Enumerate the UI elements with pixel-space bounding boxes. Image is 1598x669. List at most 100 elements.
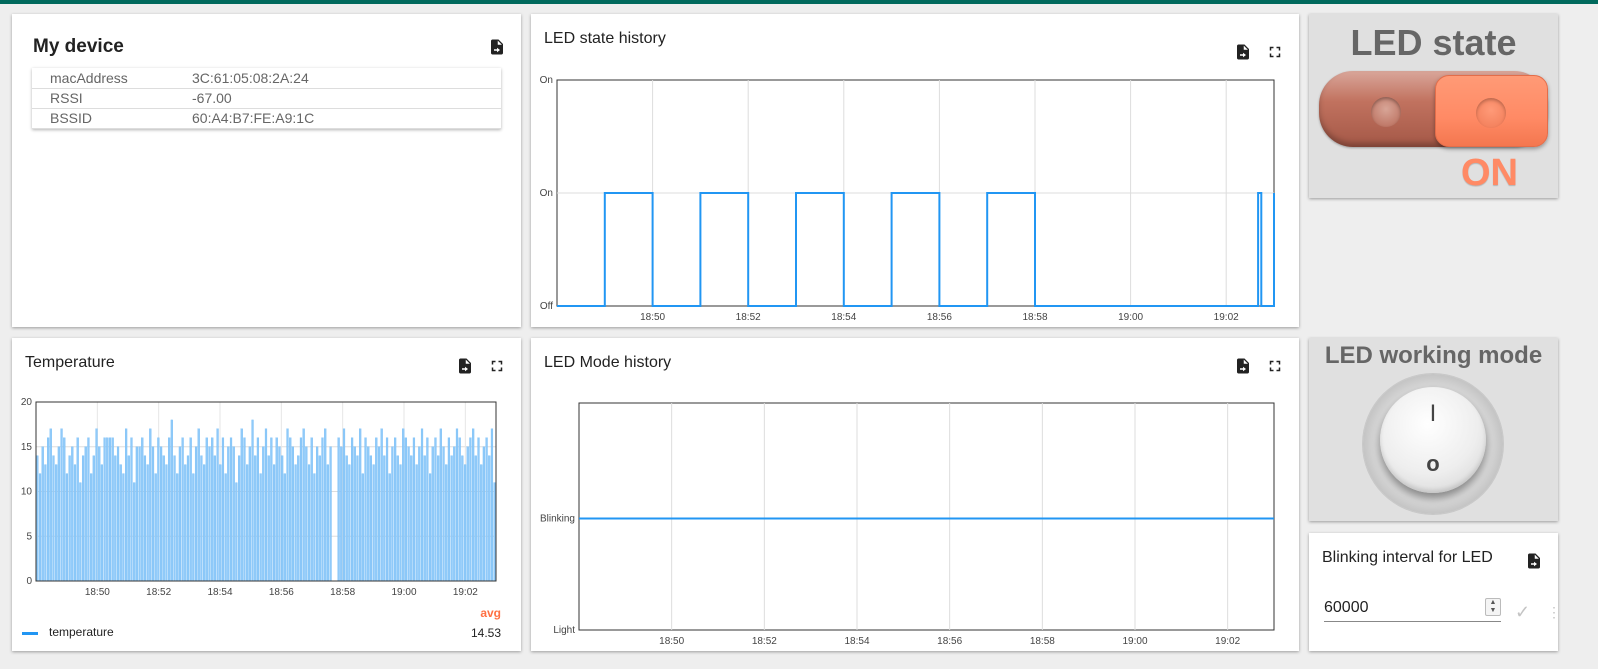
y-tick-label: 5 bbox=[26, 531, 32, 542]
temperature-bar bbox=[100, 464, 103, 582]
temperature-bar bbox=[415, 464, 418, 582]
temperature-bar bbox=[493, 482, 496, 582]
x-tick-label: 18:52 bbox=[146, 587, 171, 598]
temperature-bar bbox=[36, 455, 39, 582]
on-symbol: I bbox=[1429, 400, 1437, 427]
temperature-bar bbox=[383, 455, 386, 582]
temperature-bar bbox=[79, 482, 82, 582]
spin-down-icon[interactable]: ▼ bbox=[1486, 607, 1500, 615]
temperature-bar bbox=[388, 473, 391, 582]
temperature-bar bbox=[44, 464, 47, 582]
temperature-bar bbox=[235, 482, 238, 582]
x-tick-label: 19:02 bbox=[453, 587, 478, 598]
temperature-bar bbox=[47, 437, 50, 582]
led-state-switch[interactable] bbox=[1319, 71, 1548, 147]
temperature-bar bbox=[65, 473, 69, 582]
y-tick-label: 20 bbox=[21, 397, 33, 408]
temperature-bar bbox=[485, 437, 488, 582]
working-mode-title: LED working mode bbox=[1324, 342, 1543, 369]
rotary-knob[interactable]: I O bbox=[1380, 387, 1486, 493]
legend-series-swatch[interactable] bbox=[22, 632, 38, 635]
attribute-key: macAddress bbox=[32, 68, 192, 89]
temperature-bar bbox=[272, 464, 276, 582]
working-mode-card: LED working mode I O bbox=[1309, 338, 1558, 521]
switch-off-knob bbox=[1371, 97, 1401, 127]
confirm-check-icon[interactable]: ✓ bbox=[1515, 602, 1530, 623]
x-tick-label: 19:00 bbox=[391, 587, 416, 598]
temperature-bar bbox=[399, 464, 402, 582]
blink-interval-value[interactable]: 60000 bbox=[1324, 599, 1369, 617]
temperature-bar bbox=[81, 455, 85, 582]
device-card-title: My device bbox=[33, 36, 124, 57]
temperature-bar bbox=[310, 437, 313, 582]
temperature-bar bbox=[326, 464, 329, 582]
temperature-bar bbox=[302, 428, 305, 582]
x-tick-label: 18:50 bbox=[659, 636, 684, 647]
x-tick-label: 18:54 bbox=[831, 312, 856, 323]
temperature-bar bbox=[472, 428, 475, 582]
temperature-bar bbox=[348, 464, 351, 582]
temperature-bar bbox=[248, 446, 251, 582]
temperature-bar bbox=[98, 446, 101, 582]
temperature-bar bbox=[119, 464, 122, 582]
temperature-bar bbox=[420, 428, 424, 582]
temperature-bar bbox=[176, 473, 179, 582]
table-row: macAddress 3C:61:05:08:2A:24 bbox=[32, 68, 501, 89]
temperature-bar bbox=[337, 437, 340, 582]
temperature-bar bbox=[146, 464, 149, 582]
blink-interval-input[interactable]: 60000 ▲ ▼ bbox=[1324, 596, 1501, 622]
switch-thumb[interactable] bbox=[1435, 75, 1548, 147]
temperature-bar bbox=[55, 464, 58, 582]
x-tick-label: 18:52 bbox=[736, 312, 761, 323]
file-export-icon[interactable] bbox=[486, 36, 508, 58]
more-menu-icon[interactable]: ⋮ bbox=[1547, 604, 1561, 621]
attribute-value: 60:A4:B7:FE:A9:1C bbox=[192, 108, 501, 129]
temperature-bar bbox=[275, 437, 278, 582]
temperature-bar bbox=[224, 473, 227, 582]
spin-up-icon[interactable]: ▲ bbox=[1486, 599, 1500, 607]
x-tick-label: 18:58 bbox=[1022, 312, 1047, 323]
temperature-bar bbox=[170, 419, 173, 582]
temperature-bar bbox=[380, 428, 383, 582]
temperature-bar bbox=[254, 455, 257, 582]
rotary-switch[interactable]: I O bbox=[1363, 374, 1503, 514]
temperature-bar bbox=[372, 464, 375, 582]
temperature-bar bbox=[431, 446, 434, 582]
file-export-icon[interactable] bbox=[1523, 550, 1545, 572]
temperature-bar bbox=[208, 446, 211, 582]
temperature-bar bbox=[221, 437, 225, 582]
temperature-bar bbox=[455, 428, 459, 582]
number-spinner[interactable]: ▲ ▼ bbox=[1485, 598, 1501, 616]
x-tick-label: 18:58 bbox=[1030, 636, 1055, 647]
temperature-bar bbox=[410, 455, 413, 582]
temperature-bar bbox=[76, 437, 79, 582]
temperature-bar bbox=[313, 473, 316, 582]
temperature-bar bbox=[404, 437, 407, 582]
temperature-bar bbox=[256, 437, 260, 582]
temperature-bar bbox=[246, 464, 249, 582]
y-tick-label: Off bbox=[540, 301, 553, 312]
temperature-bar bbox=[442, 446, 445, 582]
temperature-bar bbox=[439, 428, 442, 582]
temperature-bar bbox=[407, 446, 410, 582]
y-tick-label: 0 bbox=[26, 576, 32, 587]
temperature-bar bbox=[340, 446, 343, 582]
dashboard: My device macAddress 3C:61:05:08:2A:24 R… bbox=[0, 4, 1598, 669]
temperature-bar bbox=[305, 446, 308, 582]
temperature-bar bbox=[197, 428, 200, 582]
temperature-bar bbox=[474, 455, 477, 582]
led-state-label: ON bbox=[1461, 152, 1518, 194]
temperature-bar bbox=[321, 437, 324, 582]
temperature-bar bbox=[154, 473, 157, 582]
temperature-bar bbox=[219, 464, 222, 582]
temperature-bar bbox=[52, 455, 55, 582]
temperature-bar bbox=[283, 473, 286, 582]
legend-avg-header: avg bbox=[480, 606, 501, 620]
legend-avg-value: 14.53 bbox=[470, 626, 501, 640]
temperature-bar bbox=[243, 437, 246, 582]
attribute-key: BSSID bbox=[32, 108, 192, 129]
x-tick-label: 19:00 bbox=[1118, 312, 1143, 323]
legend-series-name[interactable]: temperature bbox=[49, 625, 114, 639]
temperature-bar bbox=[213, 455, 216, 582]
temperature-bar bbox=[151, 446, 155, 582]
